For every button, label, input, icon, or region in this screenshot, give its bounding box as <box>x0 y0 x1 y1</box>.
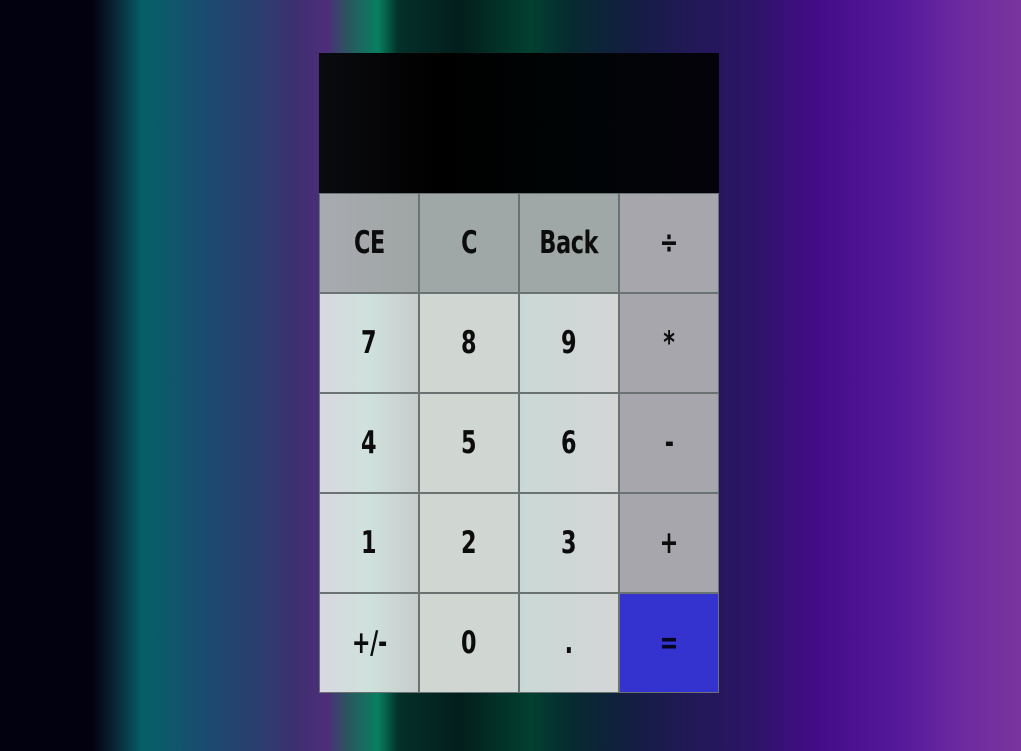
digit-5-button[interactable]: 5 <box>419 393 519 493</box>
calculator: CE C Back ÷ 7 8 9 * 4 5 6 - 1 2 3 + +/- … <box>319 53 719 693</box>
clear-entry-button[interactable]: CE <box>319 193 419 293</box>
clear-button[interactable]: C <box>419 193 519 293</box>
key-label: - <box>664 425 674 461</box>
key-label: 2 <box>461 525 477 561</box>
toggle-sign-button[interactable]: +/- <box>319 593 419 693</box>
key-label: * <box>663 325 675 361</box>
digit-7-button[interactable]: 7 <box>319 293 419 393</box>
digit-0-button[interactable]: 0 <box>419 593 519 693</box>
add-button[interactable]: + <box>619 493 719 593</box>
backspace-button[interactable]: Back <box>519 193 619 293</box>
keypad: CE C Back ÷ 7 8 9 * 4 5 6 - 1 2 3 + +/- … <box>319 193 719 693</box>
key-label: C <box>460 225 478 261</box>
calculator-display <box>319 53 719 193</box>
decimal-point-button[interactable]: . <box>519 593 619 693</box>
key-label: 9 <box>561 325 577 361</box>
key-label: ÷ <box>659 225 679 261</box>
digit-4-button[interactable]: 4 <box>319 393 419 493</box>
key-label: CE <box>353 225 385 261</box>
equals-button[interactable]: = <box>619 593 719 693</box>
key-label: 7 <box>361 325 377 361</box>
key-label: 3 <box>561 525 577 561</box>
key-label: 6 <box>561 425 577 461</box>
key-label: 5 <box>461 425 477 461</box>
digit-1-button[interactable]: 1 <box>319 493 419 593</box>
key-label: 4 <box>361 425 377 461</box>
key-label: Back <box>539 225 599 261</box>
key-label: . <box>564 625 574 661</box>
digit-6-button[interactable]: 6 <box>519 393 619 493</box>
multiply-button[interactable]: * <box>619 293 719 393</box>
subtract-button[interactable]: - <box>619 393 719 493</box>
key-label: = <box>659 625 679 661</box>
digit-2-button[interactable]: 2 <box>419 493 519 593</box>
divide-button[interactable]: ÷ <box>619 193 719 293</box>
digit-9-button[interactable]: 9 <box>519 293 619 393</box>
key-label: + <box>659 525 679 561</box>
key-label: 8 <box>461 325 477 361</box>
digit-3-button[interactable]: 3 <box>519 493 619 593</box>
key-label: 1 <box>361 525 377 561</box>
key-label: +/- <box>351 625 387 661</box>
key-label: 0 <box>461 625 477 661</box>
digit-8-button[interactable]: 8 <box>419 293 519 393</box>
